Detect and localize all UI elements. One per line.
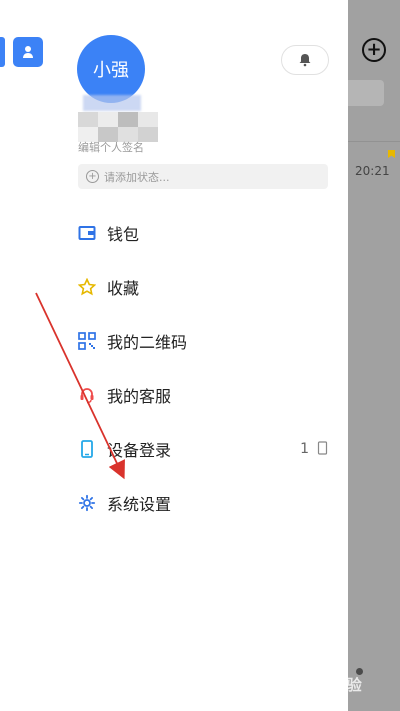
watermark: Bai经验 bbox=[305, 676, 362, 694]
star-icon bbox=[78, 278, 96, 296]
menu-wallet[interactable]: 钱包 bbox=[78, 218, 328, 248]
wallet-icon bbox=[78, 224, 96, 242]
wallet-label: 钱包 bbox=[107, 225, 140, 244]
headset-icon bbox=[78, 386, 96, 404]
profile-name: 小强 bbox=[93, 60, 129, 81]
status-placeholder: 请添加状态... bbox=[104, 170, 170, 184]
account-mosaic bbox=[78, 112, 158, 142]
chat-list-overlay[interactable] bbox=[348, 0, 400, 711]
device-phone-icon bbox=[317, 440, 328, 459]
left-sidebar bbox=[0, 0, 58, 711]
settings-label: 系统设置 bbox=[107, 495, 172, 514]
personal-signature[interactable]: 编辑个人签名 bbox=[78, 139, 144, 155]
gear-icon bbox=[78, 494, 96, 512]
device-login-label: 设备登录 bbox=[107, 441, 172, 460]
active-indicator bbox=[0, 37, 5, 67]
add-status-icon: + bbox=[86, 170, 99, 183]
contacts-icon[interactable] bbox=[13, 37, 43, 67]
bell-icon bbox=[299, 54, 311, 67]
customer-service-label: 我的客服 bbox=[107, 387, 172, 406]
device-count: 1 bbox=[300, 441, 309, 457]
add-icon[interactable]: + bbox=[362, 38, 386, 62]
menu-qr-code[interactable]: 我的二维码 bbox=[78, 326, 328, 356]
qr-code-icon bbox=[78, 332, 96, 350]
menu-device-login[interactable]: 设备登录 1 bbox=[78, 434, 328, 464]
chat-time: 20:21 bbox=[355, 164, 390, 178]
status-input[interactable]: + 请添加状态... bbox=[78, 164, 328, 189]
chat-divider bbox=[348, 141, 400, 142]
notification-button[interactable] bbox=[281, 45, 329, 75]
qr-code-label: 我的二维码 bbox=[107, 333, 188, 352]
avatar[interactable]: 小强 bbox=[77, 35, 145, 103]
menu-settings[interactable]: 系统设置 bbox=[78, 488, 328, 518]
menu-customer-service[interactable]: 我的客服 bbox=[78, 380, 328, 410]
search-bar-partial[interactable] bbox=[348, 80, 384, 106]
menu-favorites[interactable]: 收藏 bbox=[78, 272, 328, 302]
blurred-nickname bbox=[83, 95, 141, 111]
phone-icon bbox=[78, 440, 96, 458]
favorites-label: 收藏 bbox=[107, 279, 140, 298]
